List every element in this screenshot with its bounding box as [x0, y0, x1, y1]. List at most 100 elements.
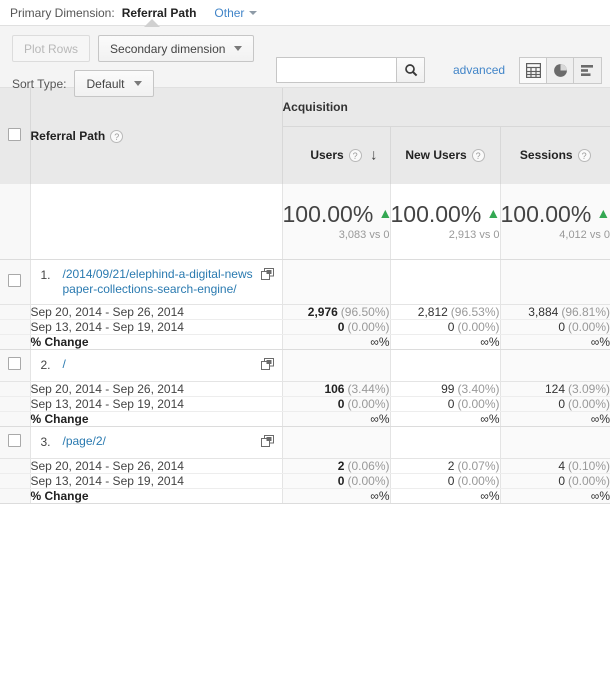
bar-view-button[interactable] [574, 58, 601, 83]
select-all-checkbox[interactable] [8, 128, 22, 141]
current-new-users-cell: 2,812 (96.53%) [389, 304, 500, 320]
row-name-cell: 3. /page/2/ [30, 426, 282, 459]
change-users-value: ∞% [370, 411, 390, 426]
previous-users-percent: (0.00%) [347, 319, 390, 334]
row-change: % Change ∞% ∞% ∞% [0, 488, 610, 504]
sessions-header[interactable]: Sessions? [499, 125, 610, 184]
current-users-cell: 2,976 (96.50%) [281, 304, 390, 320]
current-users-cell: 2 (0.06%) [281, 458, 390, 474]
report-table: Referral Path? Acquisition Users? ↓ New … [0, 88, 610, 504]
advanced-link[interactable]: advanced [453, 63, 505, 77]
row-change: % Change ∞% ∞% ∞% [0, 411, 610, 427]
sort-descending-icon[interactable]: ↓ [370, 148, 378, 163]
previous-sessions-cell: 0 (0.00%) [499, 396, 610, 412]
previous-sessions-cell: 0 (0.00%) [499, 473, 610, 489]
summary-name-cell [30, 184, 282, 260]
row-users-blank [281, 426, 390, 459]
change-users-value: ∞% [370, 334, 390, 349]
new-users-header[interactable]: New Users? [389, 125, 500, 184]
search-button[interactable] [396, 57, 425, 83]
change-users-cell: ∞% [281, 334, 390, 350]
open-in-new-window-icon[interactable] [260, 434, 274, 451]
plot-rows-label: Plot Rows [24, 41, 79, 56]
help-icon[interactable]: ? [110, 130, 124, 144]
previous-users-percent: (0.00%) [347, 473, 390, 488]
change-label: % Change [30, 488, 282, 504]
users-header[interactable]: Users? ↓ [281, 125, 390, 184]
row-checkbox[interactable] [8, 434, 22, 447]
search-input[interactable] [276, 57, 396, 83]
row-select-cell [0, 349, 31, 382]
row-previous-period: Sep 13, 2014 - Sep 19, 2014 0 (0.00%) 0 (0… [0, 319, 610, 335]
help-icon[interactable]: ? [348, 149, 362, 163]
plot-rows-button[interactable]: Plot Rows [12, 35, 91, 62]
summary-new-users-cell: 100.00% ▲ 2,913 vs 0 [389, 184, 501, 260]
summary-users-percent: 100.00% [282, 201, 374, 228]
change-users-cell: ∞% [281, 411, 390, 427]
row-name-cell: 1. /2014/09/21/elephind-a-digital-newspa… [30, 259, 282, 305]
previous-users-value: 0 [337, 319, 345, 334]
sort-type-button[interactable]: Default [74, 70, 154, 97]
primary-dimension-bar: Primary Dimension: Referral Path Other [0, 0, 610, 27]
row-new-users-blank [389, 349, 500, 382]
change-sessions-cell: ∞% [499, 334, 610, 350]
primary-dimension-other[interactable]: Other [214, 6, 258, 20]
period-label: Sep 13, 2014 - Sep 19, 2014 [30, 473, 282, 489]
dimension-header-cell[interactable]: Referral Path? [30, 88, 282, 184]
row-previous-period: Sep 13, 2014 - Sep 19, 2014 0 (0.00%) 0 (0… [0, 473, 610, 489]
row-users-blank [281, 259, 390, 305]
pie-view-button[interactable] [547, 58, 574, 83]
previous-sessions-value: 0 [558, 396, 565, 411]
help-icon[interactable]: ? [577, 149, 591, 163]
previous-new-users-cell: 0 (0.00%) [389, 396, 500, 412]
open-in-new-window-icon[interactable] [260, 357, 274, 374]
current-sessions-percent: (96.81%) [561, 304, 610, 319]
previous-new-users-cell: 0 (0.00%) [389, 319, 500, 335]
previous-new-users-percent: (0.00%) [457, 396, 500, 411]
previous-users-cell: 0 (0.00%) [281, 473, 390, 489]
row-previous-period: Sep 13, 2014 - Sep 19, 2014 0 (0.00%) 0 (0… [0, 396, 610, 412]
open-in-new-window-icon[interactable] [260, 267, 274, 284]
change-new-users-cell: ∞% [389, 411, 500, 427]
period-label: Sep 13, 2014 - Sep 19, 2014 [30, 396, 282, 412]
referral-path-link[interactable]: / [63, 357, 255, 372]
row-change: % Change ∞% ∞% ∞% [0, 334, 610, 350]
row-checkbox[interactable] [8, 273, 22, 287]
grid-icon [525, 63, 541, 78]
row-sessions-blank [499, 426, 610, 459]
primary-dimension-value[interactable]: Referral Path [122, 6, 197, 20]
change-new-users-cell: ∞% [389, 488, 500, 504]
summary-new-users-percent: 100.00% [390, 201, 482, 228]
spacer-cell [0, 473, 31, 489]
help-icon[interactable]: ? [471, 149, 485, 163]
row-checkbox[interactable] [8, 357, 22, 370]
change-sessions-value: ∞% [590, 334, 610, 349]
previous-sessions-value: 0 [558, 319, 565, 334]
table-view-button[interactable] [520, 58, 547, 83]
current-sessions-cell: 4 (0.10%) [499, 458, 610, 474]
current-users-value: 2 [337, 458, 345, 473]
summary-row: 100.00% ▲ 3,083 vs 0 100.00% ▲ 2,913 vs 0 … [0, 184, 610, 260]
period-label: Sep 20, 2014 - Sep 26, 2014 [30, 458, 282, 474]
current-new-users-value: 99 [441, 381, 455, 396]
new-users-header-label: New Users [405, 148, 467, 163]
secondary-dimension-button[interactable]: Secondary dimension [98, 35, 255, 62]
table-row: 1. /2014/09/21/elephind-a-digital-newspa… [0, 259, 610, 305]
row-select-cell [0, 259, 31, 305]
referral-path-link[interactable]: /page/2/ [63, 434, 255, 449]
previous-sessions-percent: (0.00%) [568, 396, 610, 411]
referral-path-link[interactable]: /2014/09/21/elephind-a-digital-newspaper… [63, 267, 255, 297]
row-new-users-blank [389, 426, 500, 459]
current-new-users-percent: (0.07%) [457, 458, 500, 473]
search-group [276, 57, 425, 83]
previous-sessions-percent: (0.00%) [568, 319, 610, 334]
previous-sessions-percent: (0.00%) [568, 473, 610, 488]
current-users-percent: (96.50%) [340, 304, 390, 319]
chevron-down-icon [249, 11, 258, 16]
change-sessions-value: ∞% [590, 488, 610, 503]
trend-up-icon: ▲ [486, 205, 501, 222]
current-users-percent: (0.06%) [347, 458, 390, 473]
current-users-percent: (3.44%) [347, 381, 390, 396]
current-sessions-percent: (0.10%) [568, 458, 610, 473]
spacer-cell [0, 411, 31, 427]
